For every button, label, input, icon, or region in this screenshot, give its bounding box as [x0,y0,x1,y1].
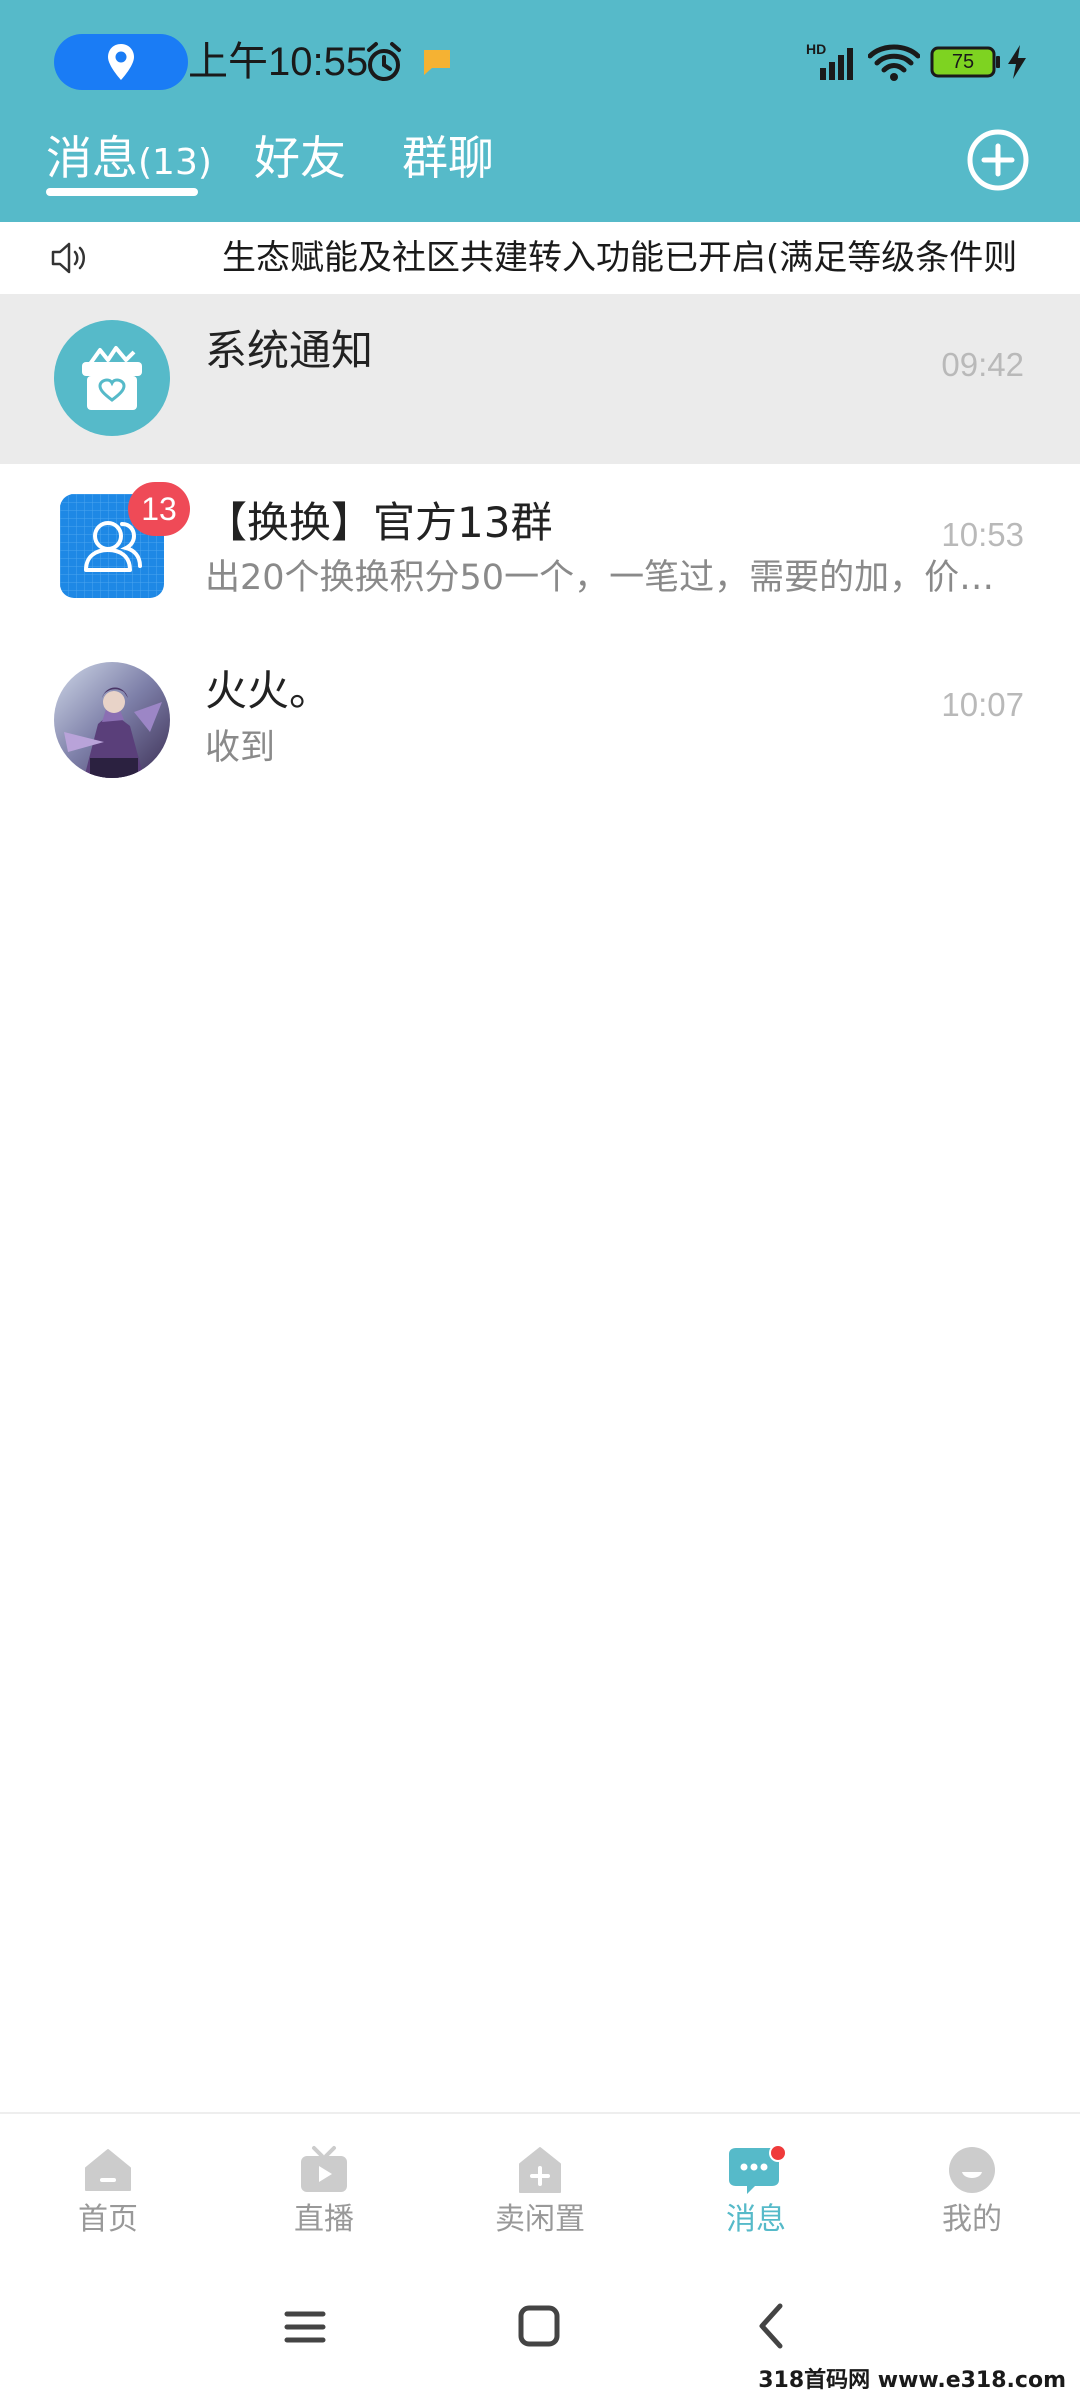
conversation-user[interactable]: 火火。 收到 10:07 [0,634,1080,804]
conversation-time: 09:42 [941,346,1024,383]
message-icon [729,2144,787,2194]
battery-indicator: 75 [930,46,1002,78]
conversation-preview: 出20个换换积分50一个，一笔过，需要的加，价格可议 [205,558,1025,598]
tab-messages[interactable]: 消息(13) [46,126,212,195]
speaker-icon [51,242,85,274]
tv-icon [301,2146,347,2192]
nav-sell-label: 卖闲置 [495,2202,585,2237]
sell-icon [519,2147,561,2193]
notice-text: 生态赋能及社区共建转入功能已开启(满足等级条件则 [222,238,1018,278]
conversation-time: 10:07 [941,686,1024,723]
tab-messages-count: (13) [138,142,212,183]
network-type: HD [806,41,826,57]
notice-bar[interactable]: 生态赋能及社区共建转入功能已开启(满足等级条件则 [0,222,1080,294]
conversation-time: 10:53 [941,516,1024,553]
header: 上午10:55 HD 75 消息(13) 好友 群聊 [0,0,1080,222]
tab-friends[interactable]: 好友 [254,126,346,190]
gift-box-icon [54,320,170,436]
nav-messages[interactable]: 消息 [648,2144,864,2254]
nav-profile[interactable]: 我的 [864,2144,1080,2254]
profile-icon [949,2147,995,2193]
add-button[interactable] [966,128,1030,192]
bottom-nav: 首页 直播 卖闲置 消息 我的 [0,2112,1080,2262]
nav-sell[interactable]: 卖闲置 [432,2144,648,2254]
conversation-system-notice[interactable]: 系统通知 09:42 [0,294,1080,464]
conversation-title: 系统通知 [205,326,374,375]
tab-group-chat[interactable]: 群聊 [402,126,494,190]
conversation-preview: 收到 [205,728,276,768]
wifi-icon [868,44,920,81]
nav-home[interactable]: 首页 [0,2144,216,2254]
unread-badge: 13 [128,482,190,536]
tab-messages-label: 消息 [46,131,138,185]
nav-profile-label: 我的 [942,2202,1002,2237]
home-icon [85,2149,131,2191]
menu-icon[interactable] [270,2292,340,2362]
notification-flag-icon [424,50,450,75]
new-message-dot [769,2144,787,2162]
status-bar: 上午10:55 HD 75 [0,0,1080,122]
tab-group-chat-label: 群聊 [402,131,494,185]
status-time: 上午10:55 [188,40,369,84]
conversation-group-chat[interactable]: 13 【换换】官方13群 出20个换换积分50一个，一笔过，需要的加，价格可议 … [0,464,1080,634]
signal-icon: HD [806,41,853,80]
back-icon[interactable] [738,2292,808,2362]
battery-level: 75 [951,51,975,73]
watermark: 318首码网 www.e318.com [752,2360,1072,2396]
conversation-title: 【换换】官方13群 [205,498,553,547]
user-avatar [54,662,170,778]
location-indicator[interactable] [54,34,188,90]
home-nav-icon[interactable] [504,2292,574,2362]
app-root: 上午10:55 HD 75 消息(13) 好友 群聊 生态赋能及社区共建转入功能… [0,0,1080,2400]
conversation-title: 火火。 [205,666,332,715]
location-pin-icon [108,44,134,80]
tab-bar: 消息(13) 好友 群聊 [0,122,1080,222]
alarm-icon [367,42,401,81]
charging-icon [1008,45,1026,79]
tab-friends-label: 好友 [254,131,346,185]
active-tab-indicator [46,188,198,196]
nav-messages-label: 消息 [726,2202,786,2237]
nav-home-label: 首页 [78,2202,138,2237]
nav-live[interactable]: 直播 [216,2144,432,2254]
nav-live-label: 直播 [294,2202,354,2237]
